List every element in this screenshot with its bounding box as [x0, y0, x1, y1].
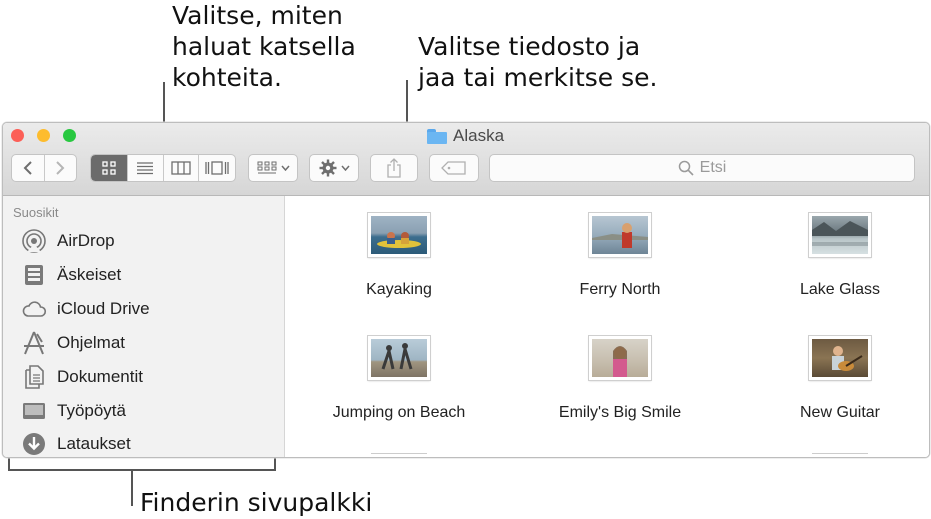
- list-view-button[interactable]: [128, 155, 164, 181]
- sidebar-item-label: Äskeiset: [57, 265, 122, 284]
- photo-thumbnail: [809, 336, 871, 380]
- window-title-text: Alaska: [453, 126, 505, 145]
- downloads-icon: [23, 433, 45, 455]
- group-icon: [257, 161, 276, 174]
- file-label: Lake Glass: [799, 281, 881, 298]
- columns-icon: [171, 161, 191, 175]
- column-view-button[interactable]: [164, 155, 200, 181]
- applications-icon: [24, 331, 44, 355]
- chevron-left-icon: [23, 161, 32, 175]
- search-field[interactable]: Etsi: [489, 154, 915, 182]
- chevron-right-icon: [56, 161, 65, 175]
- file-item[interactable]: Lake Glass: [750, 213, 929, 299]
- partial-thumbnail: [371, 453, 427, 457]
- photo-thumbnail: [368, 336, 430, 380]
- icon-view-button[interactable]: [91, 155, 128, 181]
- sidebar: Suosikit AirDrop Äskeiset iCloud Drive O…: [3, 196, 285, 457]
- search-icon: [678, 160, 694, 176]
- minimize-button[interactable]: [37, 129, 50, 142]
- gallery-view-button[interactable]: [199, 155, 235, 181]
- file-item[interactable]: Kayaking: [309, 213, 489, 299]
- tag-icon: [441, 161, 466, 175]
- photo-thumbnail: [809, 213, 871, 257]
- callout-share-tag: Valitse tiedosto ja jaa tai merkitse se.: [418, 32, 658, 92]
- nav-buttons: [11, 154, 77, 182]
- sidebar-item-label: Ohjelmat: [57, 333, 126, 352]
- action-button[interactable]: [309, 154, 359, 182]
- cloud-icon: [22, 301, 47, 317]
- folder-icon: [427, 128, 447, 144]
- file-item[interactable]: Emily's Big Smile: [530, 336, 710, 422]
- callout-sidebar: Finderin sivupalkki: [140, 488, 373, 517]
- sidebar-item-desktop[interactable]: Työpöytä: [21, 396, 126, 426]
- zoom-button[interactable]: [63, 129, 76, 142]
- forward-button[interactable]: [45, 155, 77, 181]
- file-item[interactable]: New Guitar: [750, 336, 929, 422]
- sidebar-item-label: AirDrop: [57, 231, 115, 250]
- search-placeholder: Etsi: [699, 159, 727, 176]
- chevron-down-icon: [280, 165, 290, 171]
- sidebar-item-recents[interactable]: Äskeiset: [21, 260, 121, 290]
- back-button[interactable]: [12, 155, 45, 181]
- desktop-icon: [23, 403, 45, 419]
- callout-view-options: Valitse, miten haluat katsella kohteita.: [172, 1, 356, 92]
- file-label: Emily's Big Smile: [558, 404, 682, 421]
- gallery-icon: [205, 161, 229, 175]
- sidebar-item-label: Työpöytä: [57, 401, 126, 420]
- callout-line: [8, 469, 276, 471]
- share-icon: [387, 158, 401, 178]
- chevron-down-icon: [340, 165, 350, 171]
- partial-thumbnail: [812, 453, 868, 457]
- gear-icon: [319, 159, 336, 177]
- file-item[interactable]: Jumping on Beach: [309, 336, 489, 422]
- callout-line: [131, 469, 133, 506]
- sidebar-item-airdrop[interactable]: AirDrop: [21, 226, 115, 256]
- finder-window: Alaska Etsi Suosikit AirDrop Äskeiset iC…: [2, 122, 930, 458]
- sidebar-item-downloads[interactable]: Lataukset: [21, 429, 131, 457]
- share-button[interactable]: [370, 154, 418, 182]
- sidebar-item-label: Dokumentit: [57, 367, 143, 386]
- toolbar: Alaska Etsi: [3, 123, 929, 196]
- photo-thumbnail: [589, 336, 651, 380]
- file-grid: Kayaking Ferry North Lake Glass Jumping …: [285, 196, 929, 457]
- window-title: Alaska: [427, 126, 505, 145]
- file-label: Ferry North: [579, 281, 661, 298]
- file-label: Kayaking: [366, 281, 432, 298]
- list-icon: [137, 162, 154, 175]
- file-label: Jumping on Beach: [332, 404, 466, 421]
- sidebar-item-icloud[interactable]: iCloud Drive: [21, 294, 150, 324]
- airdrop-icon: [22, 229, 46, 253]
- sidebar-item-applications[interactable]: Ohjelmat: [21, 328, 125, 358]
- recents-icon: [25, 265, 43, 285]
- photo-thumbnail: [368, 213, 430, 257]
- sidebar-item-label: Lataukset: [57, 434, 131, 453]
- close-button[interactable]: [11, 129, 24, 142]
- view-mode-control: [90, 154, 236, 182]
- file-label: New Guitar: [799, 404, 881, 421]
- grid-icon: [102, 161, 116, 175]
- tag-button[interactable]: [429, 154, 479, 182]
- documents-icon: [25, 365, 44, 389]
- sidebar-item-label: iCloud Drive: [57, 299, 150, 318]
- file-item[interactable]: Ferry North: [530, 213, 710, 299]
- group-button[interactable]: [248, 154, 298, 182]
- sidebar-item-documents[interactable]: Dokumentit: [21, 362, 143, 392]
- sidebar-header: Suosikit: [13, 205, 59, 220]
- photo-thumbnail: [589, 213, 651, 257]
